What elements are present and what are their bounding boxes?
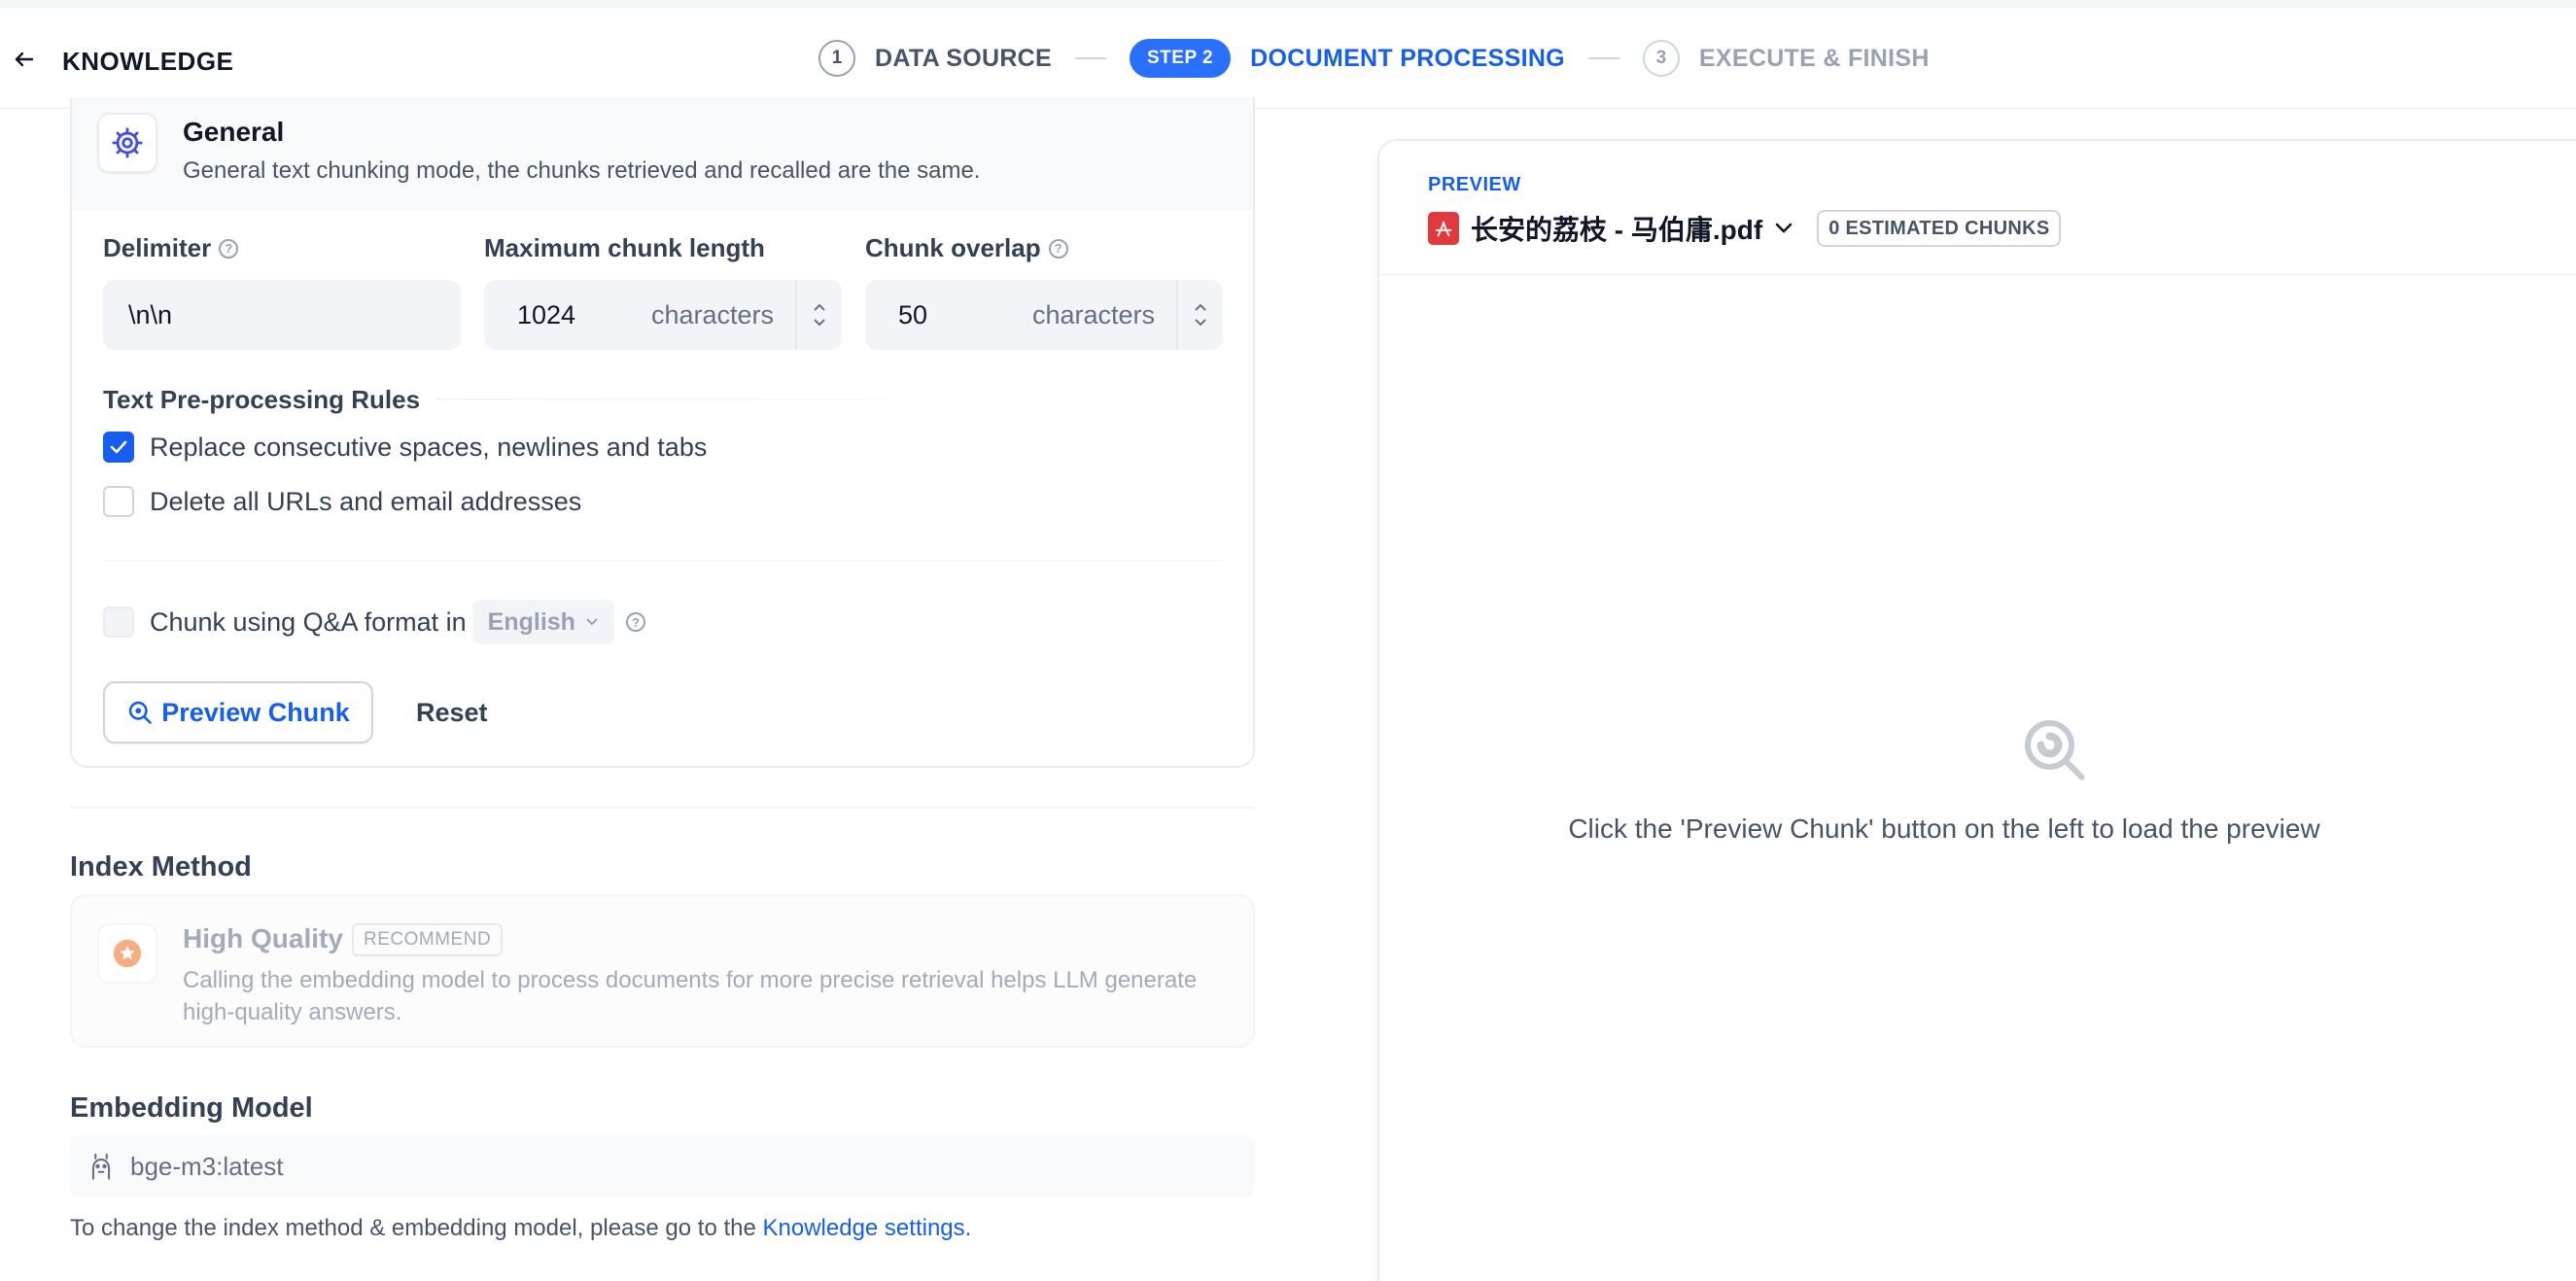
max-chunk-length-value: 1024 — [517, 299, 576, 329]
chevron-up-icon[interactable] — [1194, 302, 1207, 312]
preview-file-name: 长安的荔枝 - 马伯庸.pdf — [1471, 215, 1763, 245]
back-button[interactable] — [10, 45, 39, 74]
preview-file-selector[interactable]: 长安的荔枝 - 马伯庸.pdf 0 ESTIMATED CHUNKS — [1428, 209, 2062, 248]
preview-label: PREVIEW — [1428, 174, 1521, 195]
check-icon — [110, 440, 127, 454]
rule-replace-spaces-label: Replace consecutive spaces, newlines and… — [150, 432, 708, 462]
stepper: 1 DATA SOURCE STEP 2 DOCUMENT PROCESSING… — [818, 37, 1930, 80]
chevron-down-icon[interactable] — [1194, 318, 1207, 328]
estimated-chunks-badge: 0 ESTIMATED CHUNKS — [1817, 210, 2062, 247]
index-option-title: High Quality — [183, 923, 343, 953]
rule-delete-urls-label: Delete all URLs and email addresses — [150, 486, 582, 516]
page-title: KNOWLEDGE — [62, 47, 234, 76]
recommend-badge: RECOMMEND — [352, 923, 504, 956]
qa-format-label: Chunk using Q&A format in — [150, 606, 467, 637]
step-2-label: DOCUMENT PROCESSING — [1250, 44, 1565, 72]
embedding-note-text: To change the index method & embedding m… — [70, 1215, 763, 1241]
rule-delete-urls-checkbox[interactable] — [103, 486, 134, 517]
rules-bottom-divider — [103, 560, 1222, 561]
step-separator — [1587, 57, 1619, 59]
step-3-label: EXECUTE & FINISH — [1698, 44, 1930, 72]
chevron-up-icon[interactable] — [813, 302, 826, 312]
chunk-overlap-input[interactable]: 50 characters — [865, 280, 1223, 350]
llama-icon — [86, 1151, 117, 1182]
embedding-note-suffix: . — [964, 1215, 972, 1241]
help-icon[interactable]: ? — [219, 238, 239, 259]
section-divider — [70, 807, 1255, 809]
preview-empty-message: Click the 'Preview Chunk' button on the … — [1568, 814, 2320, 844]
rule-replace-spaces[interactable]: Replace consecutive spaces, newlines and… — [103, 432, 707, 463]
embedding-model-value: bge-m3:latest — [130, 1151, 284, 1181]
chunk-overlap-stepper[interactable] — [1176, 280, 1223, 350]
step-1-number: 1 — [818, 40, 855, 77]
embedding-note: To change the index method & embedding m… — [70, 1215, 971, 1242]
star-badge-icon — [97, 923, 157, 984]
delimiter-label-text: Delimiter — [103, 233, 212, 262]
window-top-strip — [0, 0, 2576, 8]
help-icon[interactable]: ? — [1048, 238, 1068, 259]
preview-chunk-label: Preview Chunk — [161, 697, 350, 727]
general-title: General — [183, 117, 285, 147]
settings-gear-icon — [97, 113, 157, 173]
embedding-model-title: Embedding Model — [70, 1092, 313, 1124]
pdf-file-icon — [1428, 212, 1459, 245]
qa-language-select[interactable]: English — [471, 600, 614, 644]
qa-language-value: English — [487, 607, 575, 636]
rules-divider — [437, 398, 1001, 399]
index-method-title: Index Method — [70, 851, 252, 883]
chevron-down-icon[interactable] — [1774, 222, 1793, 235]
delimiter-input[interactable]: \n\n — [103, 280, 461, 350]
step-1-label: DATA SOURCE — [875, 44, 1052, 72]
step-separator — [1075, 57, 1106, 59]
help-icon[interactable]: ? — [625, 612, 645, 632]
preview-chunk-button[interactable]: Preview Chunk — [103, 681, 373, 744]
step-2-badge: STEP 2 — [1130, 39, 1232, 78]
max-chunk-length-stepper[interactable] — [795, 280, 842, 350]
rules-title: Text Pre-processing Rules — [103, 385, 421, 414]
general-card-header: General General text chunking mode, the … — [72, 97, 1253, 210]
chunk-overlap-unit: characters — [1032, 299, 1156, 329]
rule-delete-urls[interactable]: Delete all URLs and email addresses — [103, 486, 581, 517]
header-bar: KNOWLEDGE 1 DATA SOURCE STEP 2 DOCUMENT … — [0, 8, 2576, 109]
step-3-number: 3 — [1642, 40, 1680, 77]
max-chunk-length-label-text: Maximum chunk length — [484, 233, 765, 262]
knowledge-settings-link[interactable]: Knowledge settings — [763, 1215, 965, 1241]
qa-format-checkbox[interactable] — [103, 606, 134, 638]
delimiter-label: Delimiter ? — [103, 233, 239, 263]
preview-panel: PREVIEW 长安的荔枝 - 马伯庸.pdf 0 ESTIMATED CHUN… — [1377, 139, 2576, 1281]
index-option-description: Calling the embedding model to process d… — [183, 967, 1198, 1025]
chunk-overlap-label: Chunk overlap ? — [865, 233, 1068, 263]
max-chunk-length-unit: characters — [651, 299, 775, 329]
max-chunk-length-input[interactable]: 1024 characters — [484, 280, 842, 350]
chunk-overlap-label-text: Chunk overlap — [865, 233, 1041, 262]
rule-replace-spaces-checkbox[interactable] — [103, 432, 134, 463]
chevron-down-icon — [586, 618, 598, 626]
embedding-model-select[interactable]: bge-m3:latest — [70, 1135, 1255, 1197]
index-method-high-quality[interactable]: High Quality RECOMMEND Calling the embed… — [70, 894, 1255, 1048]
reset-button[interactable]: Reset — [399, 681, 505, 744]
max-chunk-length-label: Maximum chunk length — [484, 233, 765, 263]
chunk-overlap-value: 50 — [898, 299, 928, 329]
search-preview-icon — [129, 701, 153, 724]
delimiter-value: \n\n — [128, 299, 173, 329]
qa-format-row[interactable]: Chunk using Q&A format in English ? — [103, 600, 645, 644]
general-description: General text chunking mode, the chunks r… — [183, 157, 981, 184]
chevron-down-icon[interactable] — [813, 318, 826, 328]
search-empty-icon — [2025, 720, 2085, 780]
arrow-left-icon — [15, 52, 34, 67]
preview-divider — [1379, 274, 2576, 275]
